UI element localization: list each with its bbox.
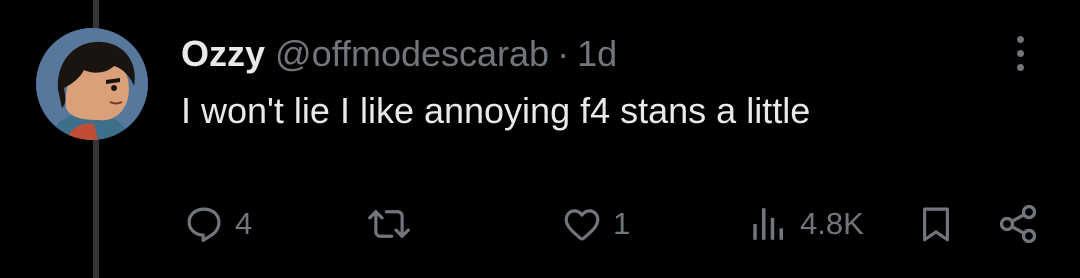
more-dot <box>1016 49 1024 57</box>
more-dot <box>1016 63 1024 71</box>
retweet-icon <box>368 210 410 238</box>
retweet-button[interactable] <box>366 196 422 252</box>
tweet-header: Ozzy @offmodescarab · 1d <box>181 32 617 76</box>
reply-button[interactable]: 4 <box>183 196 252 252</box>
tweet-actions: 4 1 4.8K <box>0 196 1080 252</box>
reply-icon <box>187 207 221 243</box>
header-separator: · <box>557 33 570 74</box>
avatar-illustration <box>36 28 148 140</box>
more-vertical-icon[interactable] <box>1004 28 1036 78</box>
bookmark-button[interactable] <box>915 196 957 252</box>
avatar[interactable] <box>36 28 148 140</box>
reply-count: 4 <box>235 206 253 241</box>
like-button[interactable]: 1 <box>561 196 630 252</box>
author-display-name[interactable]: Ozzy <box>181 32 265 76</box>
tweet-text: I won't lie I like annoying f4 stans a l… <box>181 90 811 131</box>
bookmark-icon <box>923 207 949 242</box>
views-button[interactable]: 4.8K <box>748 196 864 252</box>
share-button[interactable] <box>996 196 1040 252</box>
share-icon <box>999 204 1037 244</box>
heart-icon <box>564 209 600 241</box>
tweet-timestamp[interactable]: 1d <box>577 32 617 76</box>
more-dot <box>1016 35 1024 43</box>
author-handle[interactable]: @offmodescarab <box>275 32 549 76</box>
like-count: 1 <box>613 206 631 241</box>
views-count: 4.8K <box>800 206 864 241</box>
views-icon <box>753 208 783 240</box>
tweet[interactable]: Ozzy @offmodescarab · 1d I won't lie I l… <box>0 0 1080 278</box>
